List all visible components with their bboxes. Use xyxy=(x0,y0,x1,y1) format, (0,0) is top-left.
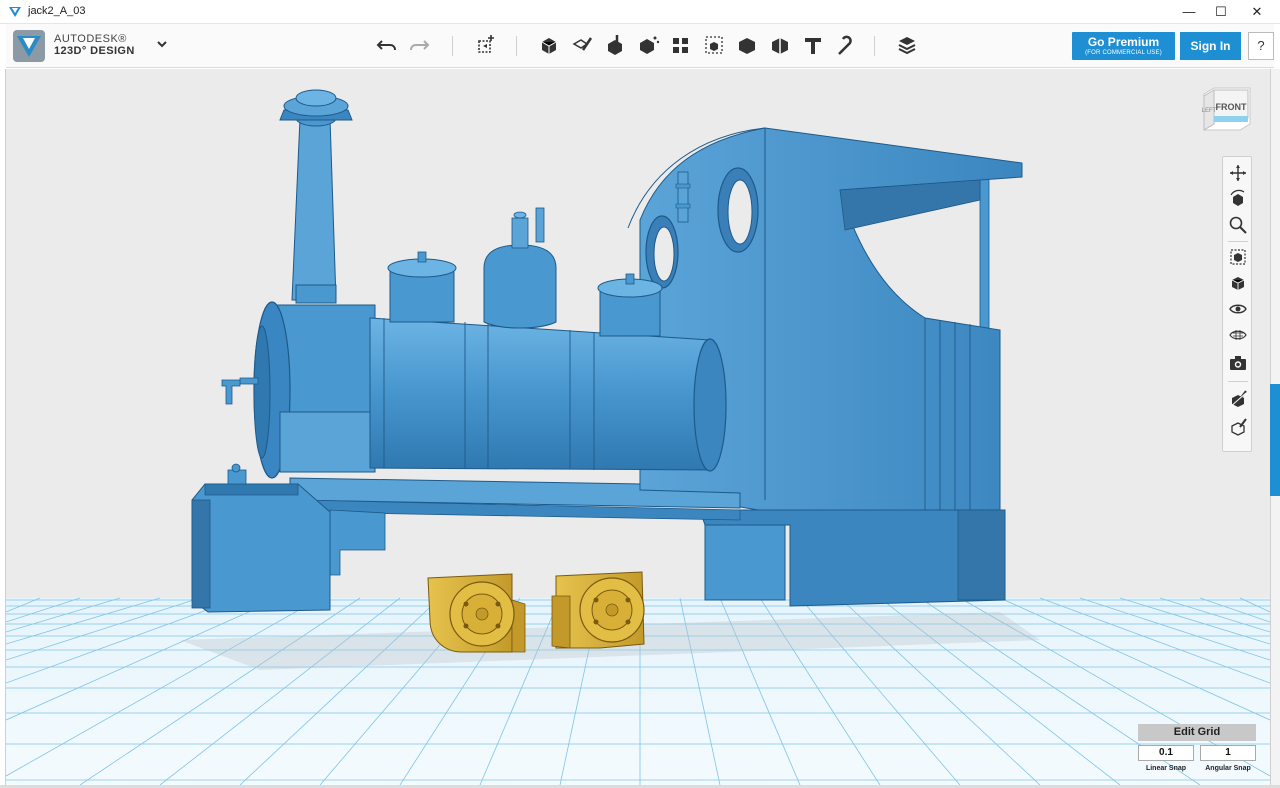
123d-logo-icon xyxy=(13,30,45,62)
brand-123d-design: 123D° DESIGN xyxy=(54,45,135,57)
toolbar-separator xyxy=(452,36,453,56)
nav-separator xyxy=(1228,381,1248,382)
3d-viewport[interactable] xyxy=(6,69,1270,785)
construct-icon[interactable] xyxy=(602,32,628,58)
close-button[interactable]: ✕ xyxy=(1240,0,1274,24)
zoom-icon[interactable] xyxy=(1228,215,1248,235)
linear-snap-input[interactable]: 0.1 xyxy=(1138,745,1194,761)
undo-icon[interactable] xyxy=(374,32,400,58)
main-toolbar: AUTODESK® 123D° DESIGN Go Premium (FOR C… xyxy=(6,24,1274,68)
outline-icon[interactable] xyxy=(1228,417,1248,437)
title-bar: jack2_A_03 — ☐ ✕ xyxy=(0,0,1280,24)
view-mode-icon[interactable] xyxy=(1228,273,1248,293)
sketch-icon[interactable] xyxy=(569,32,595,58)
viewcube-left-label: LEFT xyxy=(1202,108,1217,114)
go-premium-button[interactable]: Go Premium (FOR COMMERCIAL USE) xyxy=(1072,32,1175,60)
maximize-button[interactable]: ☐ xyxy=(1204,0,1238,24)
viewcube-front-label: FRONT xyxy=(1216,102,1247,112)
redo-icon[interactable] xyxy=(406,32,432,58)
app-window: jack2_A_03 — ☐ ✕ AUTODESK® 123D° DESIGN xyxy=(0,0,1280,788)
pan-icon[interactable] xyxy=(1228,163,1248,183)
viewcube[interactable]: FRONT LEFT xyxy=(1198,84,1254,132)
chevron-down-icon[interactable] xyxy=(154,36,170,52)
combine-icon[interactable] xyxy=(734,32,760,58)
material-icon[interactable] xyxy=(894,32,920,58)
help-button[interactable]: ? xyxy=(1248,32,1274,60)
app-logo-icon xyxy=(9,7,21,17)
pattern-icon[interactable] xyxy=(668,32,694,58)
orbit-icon[interactable] xyxy=(1228,189,1248,209)
grid-panel: Edit Grid 0.1 1 Linear Snap Angular Snap xyxy=(1136,724,1258,776)
angular-snap-input[interactable]: 1 xyxy=(1200,745,1256,761)
premium-sublabel: (FOR COMMERCIAL USE) xyxy=(1085,50,1162,56)
toolbar-separator xyxy=(516,36,517,56)
primitives-icon[interactable] xyxy=(536,32,562,58)
linear-snap-label: Linear Snap xyxy=(1145,765,1187,772)
transform-icon[interactable] xyxy=(472,32,498,58)
minimize-button[interactable]: — xyxy=(1172,0,1206,24)
window-title: jack2_A_03 xyxy=(28,5,86,17)
scene-canvas xyxy=(6,89,1270,785)
fit-icon[interactable] xyxy=(1228,247,1248,267)
sign-in-button[interactable]: Sign In xyxy=(1180,32,1241,60)
visibility-icon[interactable] xyxy=(1228,299,1248,319)
brand-autodesk: AUTODESK® xyxy=(54,33,127,45)
edit-grid-button[interactable]: Edit Grid xyxy=(1138,724,1256,741)
snapshot-icon[interactable] xyxy=(1228,353,1248,373)
premium-label: Go Premium xyxy=(1087,35,1160,49)
modify-icon[interactable] xyxy=(635,32,661,58)
navigation-bar xyxy=(1222,156,1252,452)
materials-visibility-icon[interactable] xyxy=(1228,325,1248,345)
measure-icon[interactable] xyxy=(767,32,793,58)
group-icon[interactable] xyxy=(701,32,727,58)
text-icon[interactable] xyxy=(800,32,826,58)
side-panel-tab[interactable] xyxy=(1270,384,1280,496)
snap-icon[interactable] xyxy=(833,32,859,58)
nav-separator xyxy=(1228,241,1248,242)
toolbar-separator xyxy=(874,36,875,56)
angular-snap-label: Angular Snap xyxy=(1205,765,1251,772)
show-hide-icon[interactable] xyxy=(1228,389,1248,409)
